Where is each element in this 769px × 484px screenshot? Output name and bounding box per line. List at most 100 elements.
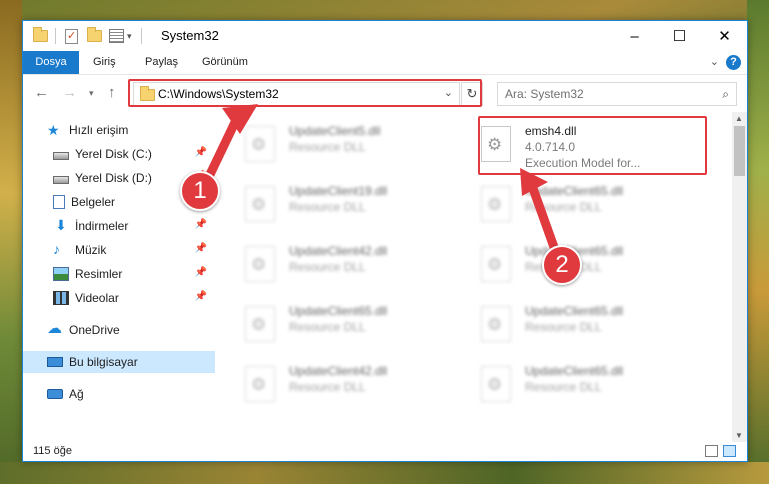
properties-check-icon[interactable] [65,28,78,44]
details-view-icon[interactable] [705,445,718,457]
sidebar-item-label: Resimler [75,267,123,281]
sidebar-item-label: OneDrive [69,323,120,337]
tiles-view-icon[interactable] [723,445,736,457]
step-2-badge: 2 [542,245,582,285]
file-description: Resource DLL [289,200,366,214]
dll-file-icon [245,246,275,282]
tab-share[interactable]: Paylaş [133,51,190,74]
dll-file-icon [245,366,275,402]
computer-icon [47,357,63,367]
sidebar-item-network[interactable]: Ağ [23,383,215,405]
sidebar-item-pictures[interactable]: Resimler 📌 [23,263,215,285]
dll-file-icon [481,366,511,402]
address-bar-highlight [128,79,482,107]
tab-file[interactable]: Dosya [23,51,79,74]
recent-locations-chevron-icon[interactable]: ▾ [89,88,94,99]
drive-icon [53,151,69,160]
dll-file-icon [481,186,511,222]
scrollbar-thumb[interactable] [734,126,745,176]
search-input[interactable]: Ara: System32 ⌕ [497,82,737,106]
back-arrow-icon[interactable]: ← [34,84,49,101]
drive-icon [53,175,69,184]
sidebar-item-local-disk-c[interactable]: Yerel Disk (C:) 📌 [23,143,215,165]
documents-icon [53,195,65,209]
file-name: UpdateClient65.dll [525,304,624,318]
sidebar-item-label: Bu bilgisayar [69,355,138,369]
sidebar-item-label: Ağ [69,387,84,401]
file-tile[interactable]: UpdateClient42.dll Resource DLL [223,356,451,410]
ribbon-tabs: Dosya Giriş Paylaş Görünüm ⌄ ? [23,51,747,74]
desktop-background-left [0,0,22,484]
file-tile[interactable]: UpdateClient65.dll Resource DLL [459,356,687,410]
help-icon[interactable]: ? [726,55,741,70]
desktop-background-right [747,0,769,484]
title-bar: ▾ System32 – ☐ ✕ [23,21,747,51]
file-name: UpdateClient65.dll [289,304,388,318]
navigation-pane: ★ Hızlı erişim Yerel Disk (C:) 📌 Yerel D… [23,112,219,442]
sidebar-item-label: İndirmeler [75,219,129,233]
pin-icon: 📌 [194,267,207,278]
sidebar-item-label: Yerel Disk (C:) [75,147,152,161]
tab-home[interactable]: Giriş [81,51,128,74]
file-tile[interactable]: UpdateClient65.dll Resource DLL [223,296,451,350]
file-name: UpdateClient42.dll [289,364,388,378]
sidebar-item-videos[interactable]: Videolar 📌 [23,287,215,309]
network-icon [47,389,63,399]
desktop-background-bottom [0,462,769,484]
file-description: Resource DLL [289,140,366,154]
close-button[interactable]: ✕ [702,21,747,51]
sidebar-item-downloads[interactable]: ⬇ İndirmeler 📌 [23,215,215,237]
minimize-button[interactable]: – [612,21,657,51]
up-arrow-icon[interactable]: ↑ [108,84,116,101]
tab-view[interactable]: Görünüm [190,51,260,74]
file-tile[interactable]: UpdateClient65.dll Resource DLL [459,296,687,350]
vertical-scrollbar[interactable]: ▲ ▼ [732,112,747,442]
sidebar-item-this-pc[interactable]: Bu bilgisayar [23,351,215,373]
chevron-down-icon[interactable]: ⌄ [710,55,719,68]
sidebar-item-label: Müzik [75,243,107,257]
quick-access-toolbar-icon[interactable] [109,29,124,43]
file-highlight [478,116,707,175]
file-description: Resource DLL [289,320,366,334]
download-icon: ⬇ [55,217,67,233]
file-name: UpdateClient65.dll [525,364,624,378]
sidebar-item-label: Hızlı erişim [69,123,129,137]
folder-icon [33,27,48,45]
search-placeholder: Ara: System32 [505,87,584,101]
file-tile[interactable]: UpdateClient65.dll Resource DLL [459,176,687,230]
pin-icon: 📌 [194,147,207,158]
step-1-badge: 1 [180,171,220,211]
new-folder-icon[interactable] [87,27,102,42]
sidebar-item-quick-access[interactable]: ★ Hızlı erişim [23,119,215,141]
sidebar-item-music[interactable]: ♪ Müzik 📌 [23,239,215,261]
dll-file-icon [245,126,275,162]
file-name: UpdateClient65.dll [525,184,624,198]
file-name: UpdateClient19.dll [289,184,388,198]
pin-icon: 📌 [194,219,207,230]
toolbar-dropdown-icon[interactable]: ▾ [127,27,132,45]
file-tile[interactable]: UpdateClient5.dll Resource DLL [223,116,451,170]
divider [55,28,56,44]
divider [141,28,142,44]
sidebar-item-onedrive[interactable]: ☁ OneDrive [23,319,215,341]
file-tile[interactable]: UpdateClient19.dll Resource DLL [223,176,451,230]
sidebar-item-label: Videolar [75,291,119,305]
status-bar: 115 öğe [23,442,747,461]
file-description: Resource DLL [289,260,366,274]
dll-file-icon [245,186,275,222]
scroll-down-arrow-icon[interactable]: ▼ [735,431,743,440]
sidebar-item-label: Belgeler [71,195,116,209]
scroll-up-arrow-icon[interactable]: ▲ [735,114,743,123]
dll-file-icon [481,306,511,342]
file-description: Resource DLL [525,320,602,334]
file-tile[interactable]: UpdateClient42.dll Resource DLL [223,236,451,290]
file-description: Resource DLL [289,380,366,394]
maximize-button[interactable]: ☐ [657,21,702,51]
file-name: UpdateClient5.dll [289,124,381,138]
forward-arrow-icon[interactable]: → [62,84,77,101]
pictures-icon [53,267,69,281]
file-description: Resource DLL [525,380,602,394]
pin-icon: 📌 [194,243,207,254]
dll-file-icon [481,246,511,282]
sidebar-item-label: Yerel Disk (D:) [75,171,152,185]
